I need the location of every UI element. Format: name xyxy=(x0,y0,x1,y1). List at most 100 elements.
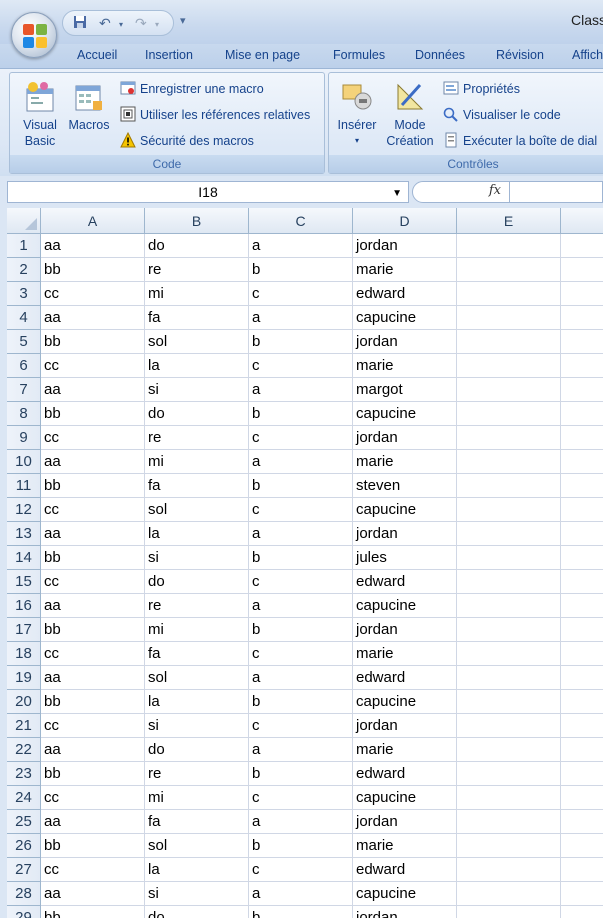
cell[interactable]: c xyxy=(249,354,353,378)
cell[interactable]: a xyxy=(249,738,353,762)
cell[interactable]: c xyxy=(249,858,353,882)
cell[interactable]: bb xyxy=(41,906,145,918)
cell[interactable]: a xyxy=(249,522,353,546)
cell[interactable]: marie xyxy=(353,834,457,858)
cell[interactable] xyxy=(457,402,561,426)
cell[interactable] xyxy=(561,258,603,282)
cell[interactable]: cc xyxy=(41,714,145,738)
cell[interactable] xyxy=(561,762,603,786)
cell[interactable] xyxy=(457,546,561,570)
row-header[interactable]: 8 xyxy=(7,402,41,426)
column-header-c[interactable]: C xyxy=(249,208,353,234)
tab-formules[interactable]: Formules xyxy=(333,48,385,62)
cell[interactable]: marie xyxy=(353,738,457,762)
row-header[interactable]: 12 xyxy=(7,498,41,522)
row-header[interactable]: 4 xyxy=(7,306,41,330)
cell[interactable]: jordan xyxy=(353,714,457,738)
cell[interactable]: a xyxy=(249,882,353,906)
row-header[interactable]: 2 xyxy=(7,258,41,282)
cell[interactable] xyxy=(457,834,561,858)
cell[interactable]: cc xyxy=(41,282,145,306)
row-header[interactable]: 28 xyxy=(7,882,41,906)
row-header[interactable]: 13 xyxy=(7,522,41,546)
cell[interactable]: jordan xyxy=(353,426,457,450)
row-header[interactable]: 24 xyxy=(7,786,41,810)
cell[interactable]: jordan xyxy=(353,330,457,354)
cell[interactable]: mi xyxy=(145,786,249,810)
cell[interactable]: do xyxy=(145,234,249,258)
visual-basic-button[interactable]: Visual Basic xyxy=(14,81,66,149)
cell[interactable] xyxy=(457,690,561,714)
cell[interactable]: sol xyxy=(145,330,249,354)
cell[interactable]: aa xyxy=(41,666,145,690)
column-header-b[interactable]: B xyxy=(145,208,249,234)
cell[interactable]: b xyxy=(249,690,353,714)
cell[interactable] xyxy=(561,906,603,918)
cell[interactable]: a xyxy=(249,234,353,258)
cell[interactable]: jordan xyxy=(353,522,457,546)
row-header[interactable]: 11 xyxy=(7,474,41,498)
cell[interactable] xyxy=(457,234,561,258)
cell[interactable]: la xyxy=(145,354,249,378)
cell[interactable] xyxy=(561,306,603,330)
column-header-a[interactable]: A xyxy=(41,208,145,234)
cell[interactable] xyxy=(457,714,561,738)
cell[interactable] xyxy=(457,786,561,810)
cell[interactable]: b xyxy=(249,402,353,426)
cell[interactable] xyxy=(561,858,603,882)
row-header[interactable]: 25 xyxy=(7,810,41,834)
cell[interactable]: a xyxy=(249,810,353,834)
row-header[interactable]: 29 xyxy=(7,906,41,918)
macro-security-button[interactable]: Sécurité des macros xyxy=(120,131,254,152)
cell[interactable]: capucine xyxy=(353,402,457,426)
cell[interactable]: si xyxy=(145,546,249,570)
cell[interactable] xyxy=(561,618,603,642)
cell[interactable] xyxy=(561,666,603,690)
cell[interactable]: capucine xyxy=(353,306,457,330)
undo-dropdown-icon[interactable]: ▾ xyxy=(119,20,123,29)
cell[interactable]: cc xyxy=(41,642,145,666)
cell[interactable]: bb xyxy=(41,546,145,570)
tab-donnees[interactable]: Données xyxy=(415,48,465,62)
cell[interactable]: do xyxy=(145,570,249,594)
cell[interactable]: jordan xyxy=(353,234,457,258)
cell[interactable] xyxy=(457,426,561,450)
cell[interactable] xyxy=(457,498,561,522)
cell[interactable]: do xyxy=(145,402,249,426)
cell[interactable] xyxy=(457,330,561,354)
insert-control-button[interactable]: Insérer ▾ xyxy=(332,81,382,149)
cell[interactable]: b xyxy=(249,762,353,786)
cell[interactable]: marie xyxy=(353,450,457,474)
row-header[interactable]: 9 xyxy=(7,426,41,450)
cell[interactable]: capucine xyxy=(353,498,457,522)
properties-button[interactable]: Propriétés xyxy=(443,80,520,100)
cell[interactable]: si xyxy=(145,378,249,402)
cell[interactable]: b xyxy=(249,546,353,570)
cell[interactable]: fa xyxy=(145,810,249,834)
row-header[interactable]: 23 xyxy=(7,762,41,786)
cell[interactable] xyxy=(457,450,561,474)
cell[interactable]: edward xyxy=(353,282,457,306)
cell[interactable]: c xyxy=(249,498,353,522)
cell[interactable]: mi xyxy=(145,618,249,642)
cell[interactable] xyxy=(561,498,603,522)
row-header[interactable]: 10 xyxy=(7,450,41,474)
row-header[interactable]: 18 xyxy=(7,642,41,666)
tab-mise-en-page[interactable]: Mise en page xyxy=(225,48,300,62)
cell[interactable] xyxy=(457,762,561,786)
row-header[interactable]: 15 xyxy=(7,570,41,594)
row-header[interactable]: 22 xyxy=(7,738,41,762)
cell[interactable] xyxy=(561,594,603,618)
cell[interactable] xyxy=(457,906,561,918)
row-header[interactable]: 6 xyxy=(7,354,41,378)
cell[interactable]: c xyxy=(249,426,353,450)
cell[interactable]: re xyxy=(145,762,249,786)
cell[interactable]: sol xyxy=(145,498,249,522)
cell[interactable]: jordan xyxy=(353,810,457,834)
cell[interactable]: re xyxy=(145,594,249,618)
cell[interactable]: edward xyxy=(353,762,457,786)
cell[interactable]: capucine xyxy=(353,882,457,906)
cell[interactable] xyxy=(457,474,561,498)
cell[interactable]: bb xyxy=(41,762,145,786)
cell[interactable]: edward xyxy=(353,666,457,690)
